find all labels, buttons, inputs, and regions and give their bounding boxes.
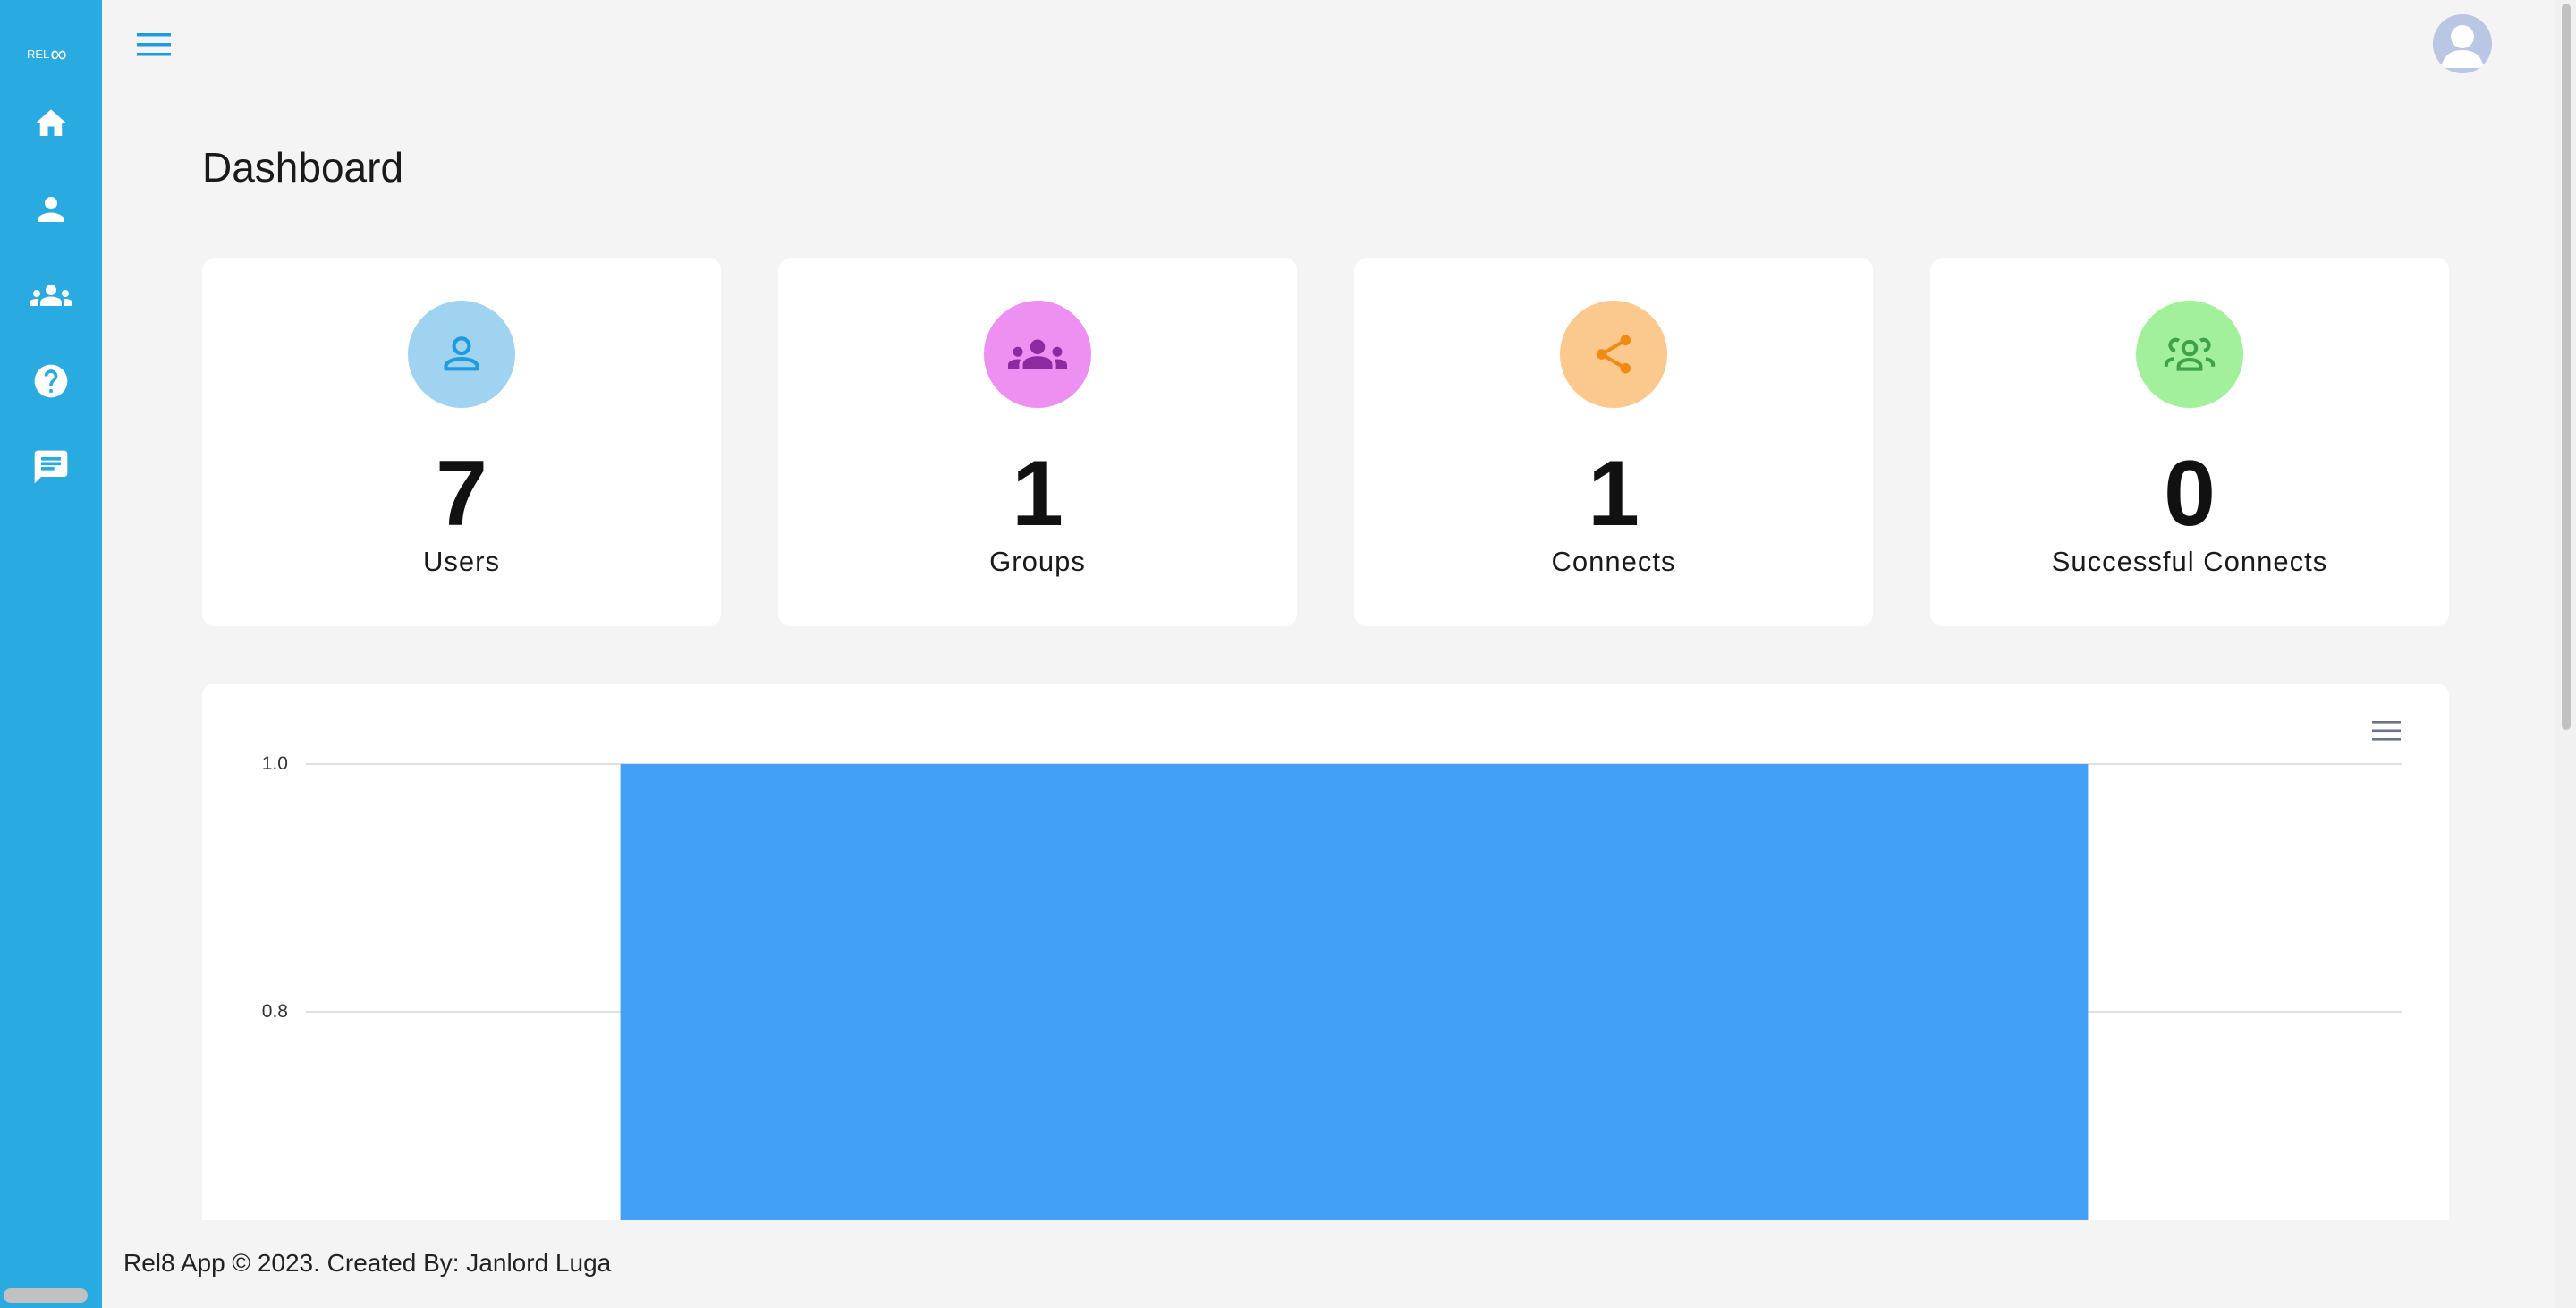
stat-icon-circle (408, 301, 515, 408)
stat-icon-circle (2136, 301, 2243, 408)
successful-connects-count: 0 (2164, 442, 2216, 546)
vertical-scrollbar[interactable] (2555, 0, 2576, 1308)
connects-count: 1 (1588, 442, 1640, 546)
bar-chart: 1.0 0.8 (262, 753, 2402, 1220)
sidebar-item-help[interactable] (30, 360, 72, 403)
footer-text: Rel8 App © 2023. Created By: Janlord Lug… (123, 1249, 612, 1277)
connects-label: Connects (1551, 546, 1676, 577)
sidebar: REL ∞ (0, 0, 102, 1308)
logo-mark: ∞ (50, 40, 67, 67)
share-icon (1596, 335, 1631, 374)
user-avatar[interactable] (2433, 14, 2492, 73)
sidebar-item-messages[interactable] (30, 446, 72, 488)
stat-card-connects: 1 Connects (1354, 258, 1873, 626)
chat-icon (34, 450, 68, 484)
users-count: 7 (436, 442, 487, 546)
stat-card-users: 7 Users (202, 258, 721, 626)
chart-card: 1.0 0.8 (202, 684, 2449, 1220)
sidebar-item-users[interactable] (30, 188, 72, 231)
chart-bar[interactable] (620, 764, 2089, 1220)
stat-icon-circle (984, 301, 1091, 408)
hamburger-icon (137, 33, 171, 56)
chart-menu-button[interactable] (2368, 716, 2404, 746)
successful-connects-label: Successful Connects (2051, 546, 2328, 577)
logo-text: REL (27, 47, 50, 61)
menu-toggle-button[interactable] (134, 27, 174, 63)
users-label: Users (423, 546, 500, 577)
stat-card-groups: 1 Groups (778, 258, 1297, 626)
groups-icon (30, 285, 72, 306)
sidebar-item-home[interactable] (30, 102, 72, 145)
chart-menu-icon (2372, 721, 2401, 741)
horizontal-scrollbar-thumb[interactable] (4, 1288, 88, 1303)
y-tick-label: 0.8 (262, 1001, 288, 1022)
groups-count: 1 (1012, 442, 1063, 546)
app-logo[interactable]: REL ∞ (27, 40, 82, 67)
stat-card-successful-connects: 0 Successful Connects (1930, 258, 2449, 626)
groups-icon (1008, 339, 1067, 369)
vertical-scrollbar-thumb[interactable] (2562, 4, 2571, 730)
home-icon (35, 109, 67, 136)
help-icon (34, 364, 68, 398)
sidebar-item-groups[interactable] (30, 274, 72, 317)
person-outline-icon (444, 336, 479, 371)
stat-icon-circle (1560, 301, 1667, 408)
avatar-icon (2433, 14, 2492, 73)
y-tick-label: 1.0 (262, 753, 288, 774)
person-icon (38, 197, 64, 222)
group-outline-icon (2164, 337, 2216, 371)
page-title: Dashboard (202, 144, 404, 191)
groups-label: Groups (989, 546, 1086, 577)
